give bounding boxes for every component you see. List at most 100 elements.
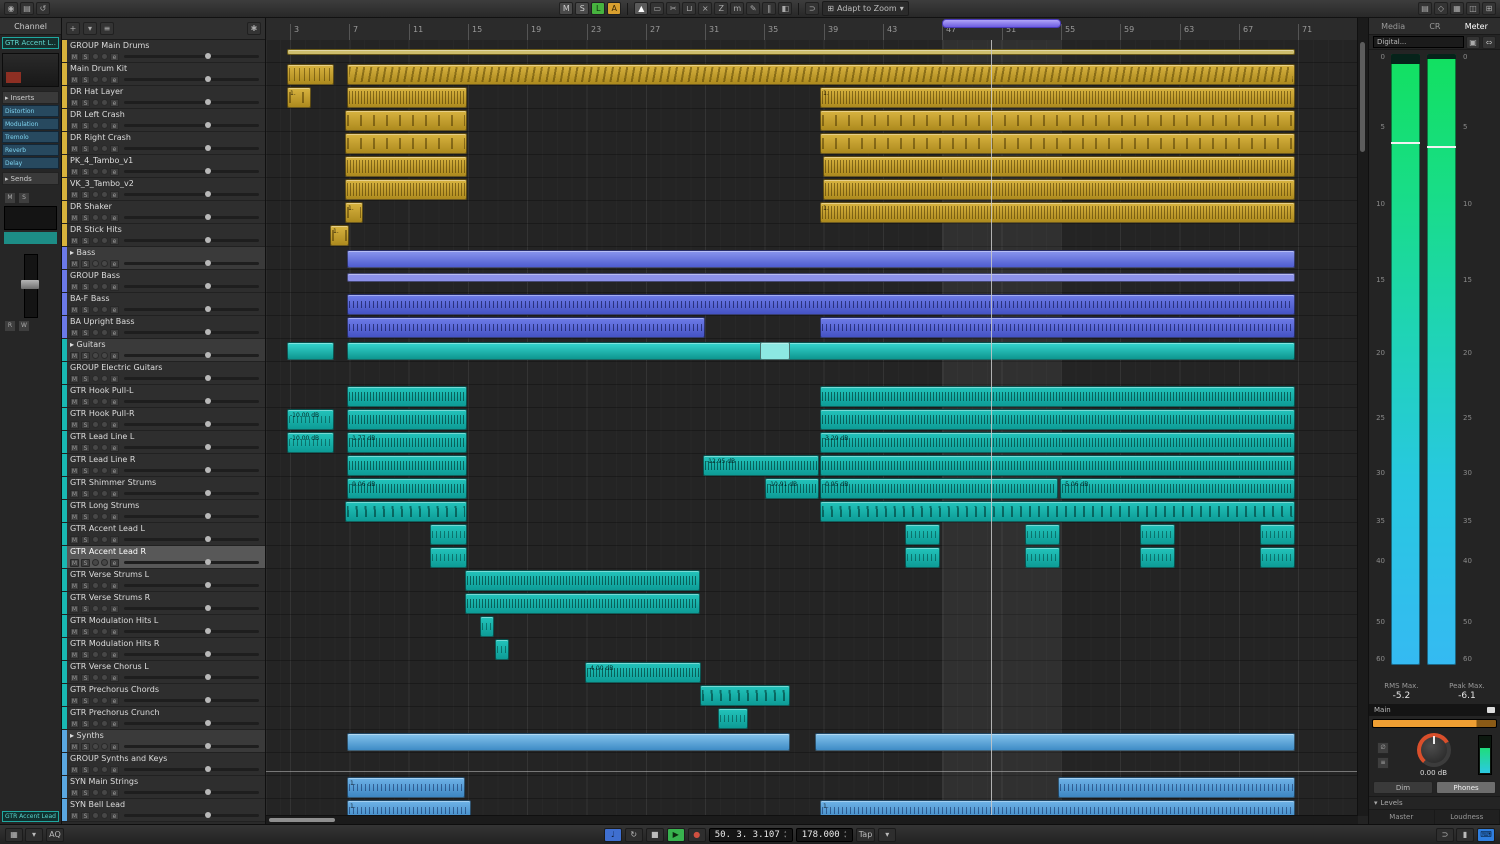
track-row[interactable]: GROUP Synths and KeysMSe	[62, 753, 265, 776]
track-record-button[interactable]	[92, 674, 99, 681]
track-row[interactable]: SYN Main StringsMSe	[62, 776, 265, 799]
audio-clip[interactable]	[1140, 524, 1175, 545]
audio-clip[interactable]	[430, 524, 467, 545]
track-solo-button[interactable]: S	[81, 398, 90, 406]
audio-clip[interactable]: 1.	[347, 777, 465, 798]
track-volume-slider[interactable]	[124, 561, 259, 564]
audio-clip[interactable]	[287, 64, 334, 85]
audio-clip[interactable]	[815, 733, 1295, 751]
track-record-button[interactable]	[92, 53, 99, 60]
split-tool[interactable]: ✂	[666, 2, 680, 15]
track-edit-button[interactable]: e	[110, 168, 119, 176]
track-solo-button[interactable]: S	[81, 145, 90, 153]
track-monitor-button[interactable]	[101, 582, 108, 589]
track-monitor-button[interactable]	[101, 260, 108, 267]
track-edit-button[interactable]: e	[110, 766, 119, 774]
track-monitor-button[interactable]	[101, 99, 108, 106]
track-solo-button[interactable]: S	[81, 490, 90, 498]
track-mute-button[interactable]: M	[70, 191, 79, 199]
track-edit-button[interactable]: e	[110, 582, 119, 590]
performance-meter-icon[interactable]: ▮	[1456, 828, 1474, 842]
metronome-click-button[interactable]: ♩	[604, 828, 622, 842]
audio-clip[interactable]	[345, 179, 467, 200]
track-mute-button[interactable]: M	[70, 766, 79, 774]
snap-transport-icon[interactable]: ⊃	[1436, 828, 1454, 842]
track-row[interactable]: GTR Lead Line RMSe	[62, 454, 265, 477]
track-row[interactable]: DR Hat LayerMSe	[62, 86, 265, 109]
track-mute-button[interactable]: M	[70, 122, 79, 130]
track-edit-button[interactable]: e	[110, 697, 119, 705]
track-volume-slider[interactable]	[124, 193, 259, 196]
track-volume-slider[interactable]	[124, 239, 259, 242]
track-edit-button[interactable]: e	[110, 145, 119, 153]
track-record-button[interactable]	[92, 513, 99, 520]
audio-clip[interactable]	[347, 250, 1295, 268]
track-monitor-button[interactable]	[101, 789, 108, 796]
track-row[interactable]: PK_4_Tambo_v1MSe	[62, 155, 265, 178]
track-row[interactable]: GTR Modulation Hits RMSe	[62, 638, 265, 661]
track-edit-button[interactable]: e	[110, 191, 119, 199]
track-record-button[interactable]	[92, 697, 99, 704]
track-row[interactable]: GTR Verse Strums LMSe	[62, 569, 265, 592]
track-filter-icon[interactable]: ≡	[100, 22, 114, 35]
audio-clip[interactable]	[1058, 777, 1295, 798]
track-monitor-button[interactable]	[101, 536, 108, 543]
tab-master[interactable]: Master	[1369, 810, 1435, 824]
track-edit-button[interactable]: e	[110, 76, 119, 84]
track-edit-button[interactable]: e	[110, 490, 119, 498]
track-volume-slider[interactable]	[124, 331, 259, 334]
track-edit-button[interactable]: e	[110, 513, 119, 521]
track-row[interactable]: Main Drum KitMSe	[62, 63, 265, 86]
tab-media[interactable]: Media	[1381, 22, 1405, 31]
cycle-region[interactable]	[942, 19, 1061, 28]
track-record-button[interactable]	[92, 122, 99, 129]
track-row[interactable]: GTR Hook Pull-LMSe	[62, 385, 265, 408]
track-mute-button[interactable]: M	[70, 674, 79, 682]
track-mute-button[interactable]: M	[70, 352, 79, 360]
track-solo-button[interactable]: S	[81, 812, 90, 820]
audio-clip[interactable]	[430, 547, 467, 568]
track-monitor-button[interactable]	[101, 743, 108, 750]
audio-clip[interactable]	[495, 639, 509, 660]
tempo-display[interactable]: 178.000 ▴ ▾	[796, 828, 853, 842]
audio-clip[interactable]	[700, 685, 790, 706]
track-edit-button[interactable]: e	[110, 398, 119, 406]
track-record-button[interactable]	[92, 329, 99, 336]
track-volume-slider[interactable]	[124, 745, 259, 748]
track-record-button[interactable]	[92, 398, 99, 405]
track-volume-slider[interactable]	[124, 170, 259, 173]
track-monitor-button[interactable]	[101, 53, 108, 60]
audio-clip[interactable]	[820, 501, 1295, 522]
track-row[interactable]: GTR Long StrumsMSe	[62, 500, 265, 523]
track-row[interactable]: SYN Bell LeadMSe	[62, 799, 265, 822]
track-mute-button[interactable]: M	[70, 375, 79, 383]
audio-clip[interactable]	[820, 386, 1295, 407]
audio-clip[interactable]: 1.	[330, 225, 349, 246]
track-solo-button[interactable]: S	[81, 352, 90, 360]
object-select-tool[interactable]: ▲	[634, 2, 648, 15]
audio-clip[interactable]	[1260, 524, 1295, 545]
track-monitor-button[interactable]	[101, 674, 108, 681]
track-monitor-button[interactable]	[101, 145, 108, 152]
track-monitor-button[interactable]	[101, 720, 108, 727]
audio-clip[interactable]: 1.	[820, 800, 1295, 816]
insert-slot[interactable]: Tremolo	[2, 131, 59, 143]
track-solo-button[interactable]: S	[81, 306, 90, 314]
track-solo-button[interactable]: S	[81, 789, 90, 797]
track-record-button[interactable]	[92, 214, 99, 221]
track-mute-button[interactable]: M	[70, 306, 79, 314]
track-row[interactable]: DR Left CrashMSe	[62, 109, 265, 132]
track-monitor-button[interactable]	[101, 168, 108, 175]
audio-clip[interactable]: -0.95 dB	[820, 478, 1058, 499]
ruler[interactable]: 3711151923273135394347515559636771	[266, 18, 1358, 41]
track-edit-button[interactable]: e	[110, 421, 119, 429]
track-mute-button[interactable]: M	[70, 53, 79, 61]
track-edit-button[interactable]: e	[110, 352, 119, 360]
mute-tool[interactable]: m	[730, 2, 744, 15]
track-monitor-button[interactable]	[101, 513, 108, 520]
track-record-button[interactable]	[92, 145, 99, 152]
track-volume-slider[interactable]	[124, 147, 259, 150]
sends-section-header[interactable]: ▸ Sends	[2, 172, 59, 185]
color-tool[interactable]: ◧	[778, 2, 792, 15]
audio-clip[interactable]	[823, 179, 1295, 200]
